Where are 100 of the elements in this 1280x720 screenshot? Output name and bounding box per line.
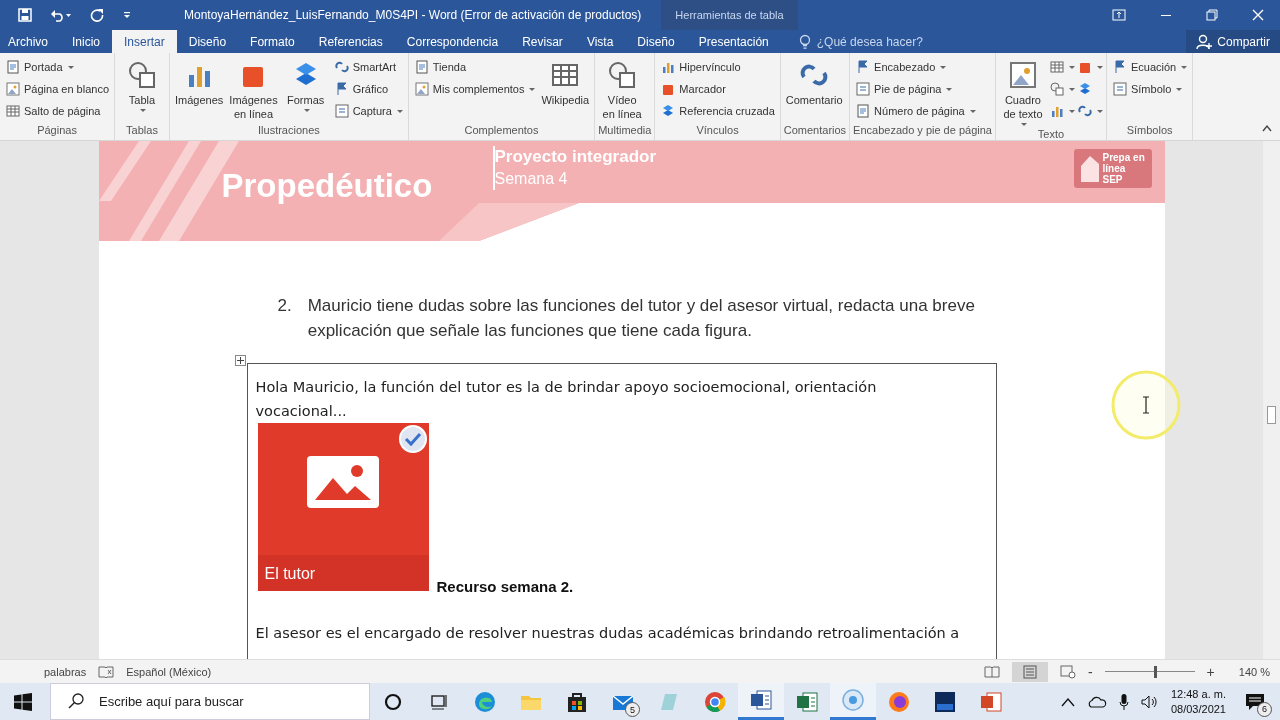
scroll-thumb[interactable] [1267, 406, 1276, 424]
ribbon-button[interactable]: Tienda [411, 57, 538, 77]
slider-thumb[interactable] [1154, 665, 1157, 678]
caret-icon[interactable] [529, 87, 536, 91]
context-tab-label: Herramientas de tabla [661, 0, 798, 30]
caret-icon[interactable] [969, 109, 976, 113]
ribbon-button[interactable]: Gráfico [331, 79, 405, 99]
ribbon-button[interactable]: Portada [3, 57, 111, 77]
caret-icon[interactable] [140, 109, 146, 112]
undo-icon[interactable] [50, 8, 72, 22]
zoom-level[interactable]: 140 % [1238, 665, 1270, 678]
ribbon-tab[interactable]: Vista [574, 30, 626, 53]
ribbon-button[interactable]: Imágenes en línea [227, 57, 280, 123]
ribbon-button[interactable]: Vídeo en línea [598, 57, 647, 123]
ribbon-button[interactable]: Marcador [658, 79, 777, 99]
web-layout-icon[interactable] [1059, 664, 1076, 679]
caret-icon[interactable] [940, 65, 947, 69]
ribbon-button[interactable]: Tabla [118, 57, 166, 114]
ribbon-button[interactable]: Mis complementos [411, 79, 538, 99]
ribbon-button[interactable]: Cuadro de texto [998, 57, 1047, 128]
ribbon-button[interactable]: Salto de página [3, 101, 111, 121]
zoom-out-button[interactable]: - [1087, 663, 1093, 680]
windows-logo-icon[interactable] [14, 692, 32, 711]
app-icon [703, 689, 727, 714]
table-move-handle-icon[interactable] [234, 355, 246, 366]
caret-icon[interactable] [67, 65, 74, 69]
close-icon[interactable] [1252, 9, 1264, 21]
ribbon-tab[interactable]: Archivo [0, 30, 60, 53]
clock-time: 12:48 a. m. [1170, 686, 1226, 702]
ribbon-display-icon[interactable] [1112, 9, 1126, 21]
taskbar-app[interactable]: 5 [600, 683, 646, 720]
caret-icon[interactable] [396, 109, 403, 113]
save-icon[interactable] [18, 8, 32, 22]
read-mode-icon[interactable] [983, 664, 1000, 679]
speech-bubble-icon [1245, 692, 1265, 711]
ribbon-tab[interactable]: Correspondencia [394, 30, 511, 53]
command-icon [1076, 103, 1093, 119]
customize-toolbar-icon[interactable] [122, 10, 132, 20]
tell-me-field[interactable]: ¿Qué desea hacer? [814, 33, 959, 50]
speaker-icon[interactable] [1140, 693, 1159, 710]
notification-button[interactable]: 6 [1238, 686, 1272, 717]
caret-icon[interactable] [1096, 109, 1103, 113]
ribbon-button[interactable] [1048, 79, 1075, 99]
ribbon-button[interactable]: SmartArt [331, 57, 405, 77]
caret-icon[interactable] [1176, 87, 1183, 91]
ribbon-button[interactable]: Hipervínculo [658, 57, 777, 77]
restore-icon[interactable] [1206, 9, 1218, 21]
caret-icon[interactable] [303, 109, 310, 112]
page-icon [1021, 664, 1038, 679]
ribbon-tab[interactable]: Revisar [510, 30, 575, 53]
zoom-in-button[interactable]: + [1206, 663, 1215, 680]
ribbon-button[interactable]: Referencia cruzada [658, 101, 777, 121]
ribbon-button[interactable]: Comentario [783, 57, 845, 109]
proofing-icon[interactable] [98, 664, 115, 679]
ribbon-button[interactable]: Pie de página [853, 79, 978, 99]
command-icon [5, 103, 21, 119]
caret-icon[interactable] [1068, 65, 1075, 69]
chevron-up-icon[interactable] [1060, 696, 1075, 707]
caret-icon[interactable] [1068, 109, 1075, 113]
ribbon-button[interactable]: Imágenes [173, 57, 226, 109]
search-field[interactable]: Escribe aquí para buscar [50, 683, 370, 720]
taskbar-app[interactable] [738, 683, 784, 720]
print-layout-button[interactable] [1011, 661, 1048, 682]
caret-icon[interactable] [946, 87, 953, 91]
ribbon-tab[interactable]: Inicio [60, 30, 113, 53]
ribbon-button[interactable]: Wikipedia [539, 57, 592, 109]
redo-icon[interactable] [90, 8, 104, 22]
caret-icon[interactable] [1068, 87, 1075, 91]
caret-icon[interactable] [1096, 65, 1103, 69]
ribbon-button[interactable]: Encabezado [853, 57, 978, 77]
microphone-icon[interactable] [1118, 692, 1129, 711]
answer-text: El asesor es el encargado de resolver nuestras dudas académicas brindando retroalimentación a [255, 624, 961, 643]
ribbon-tab[interactable]: Referencias [306, 30, 395, 53]
banner-subtitle: Proyecto integrador [494, 146, 657, 168]
ribbon-tab[interactable]: Formato [238, 30, 307, 53]
banner-week: Semana 4 [494, 169, 569, 189]
share-button[interactable]: Compartir [1186, 30, 1280, 53]
ribbon-tab[interactable]: Insertar [112, 30, 177, 53]
cloud-icon[interactable] [1086, 695, 1107, 708]
ribbon-tab[interactable]: Presentación [686, 30, 781, 53]
ribbon-button[interactable]: Símbolo [1109, 79, 1190, 99]
ribbon-button[interactable]: Ecuación [1109, 57, 1190, 77]
question-text: Mauricio tiene dudas sobre las funciones del tutor y del asesor virtual, redacta una breve explicación que señale las funciones que tiene cada figura. [307, 295, 976, 342]
caret-icon[interactable] [1020, 123, 1027, 126]
language-indicator[interactable]: Español (México) [126, 665, 212, 678]
caret-icon[interactable] [1181, 65, 1188, 69]
ribbon-button[interactable]: Captura [331, 101, 405, 121]
ribbon-button[interactable]: Formas [281, 57, 330, 114]
clock[interactable]: 12:48 a. m. 08/03/2021 [1170, 686, 1226, 717]
collapse-ribbon-icon[interactable] [1262, 124, 1272, 132]
app-icon [795, 689, 819, 714]
ribbon-tab[interactable]: Diseño [625, 30, 687, 53]
word-count[interactable]: palabras [44, 665, 87, 678]
app-icon [749, 688, 773, 712]
ribbon-button[interactable]: Número de página [853, 101, 978, 121]
ribbon-tab[interactable]: Diseño [176, 30, 239, 53]
house-icon [1078, 153, 1101, 184]
ribbon-button[interactable]: Página en blanco [3, 79, 111, 99]
group-label: Páginas [36, 124, 78, 138]
vertical-scrollbar[interactable] [1263, 141, 1280, 659]
